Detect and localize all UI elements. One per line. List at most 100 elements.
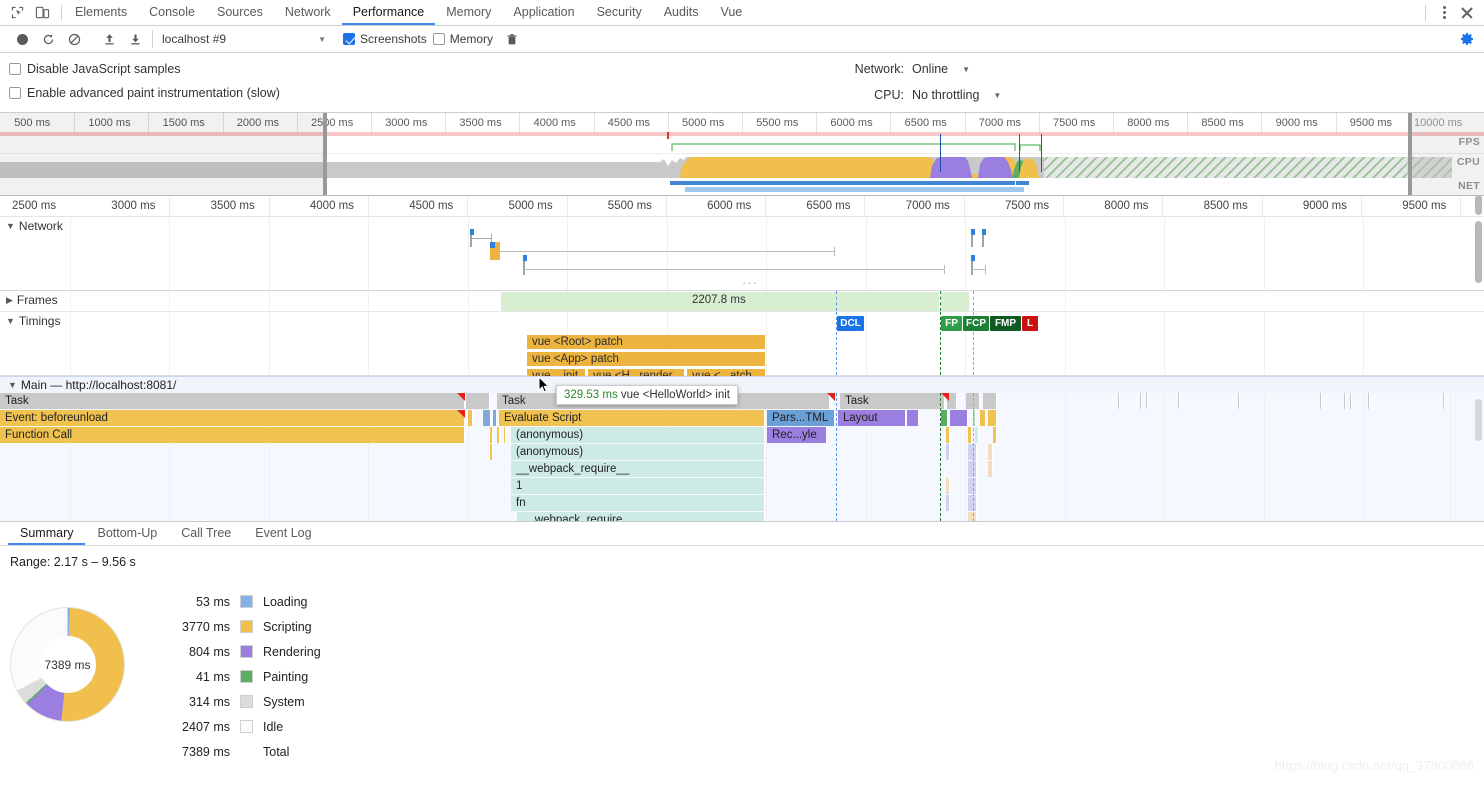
- overview-ruler[interactable]: 500 ms 1000 ms 1500 ms 2000 ms 2500 ms 3000 m…: [0, 113, 1484, 134]
- marker-fmp[interactable]: FMP: [990, 316, 1021, 331]
- flame-bar-task-tick[interactable]: [1146, 393, 1148, 409]
- tab-event-log[interactable]: Event Log: [243, 522, 323, 545]
- network-scrollbar[interactable]: [1475, 221, 1482, 283]
- tab-sources[interactable]: Sources: [206, 0, 274, 25]
- main-scrollbar[interactable]: [1475, 399, 1482, 441]
- marker-l[interactable]: L: [1022, 316, 1038, 331]
- legend-row-loading[interactable]: 53 ms Loading: [150, 589, 321, 614]
- flame-bar-fn[interactable]: fn: [511, 495, 765, 511]
- flame-bar-small[interactable]: [490, 444, 493, 460]
- marker-dcl[interactable]: DCL: [837, 316, 864, 331]
- network-value[interactable]: Online: [912, 62, 948, 76]
- close-icon[interactable]: [1456, 2, 1478, 24]
- timeline-overview[interactable]: 500 ms 1000 ms 1500 ms 2000 ms 2500 ms 3000 m…: [0, 113, 1484, 196]
- timings-section[interactable]: ▼ Timings DCL FP FCP FMP L vue <Root> pa…: [0, 312, 1484, 384]
- flame-bar-small[interactable]: [490, 427, 493, 443]
- flame-bar-task-tick[interactable]: [1140, 393, 1142, 409]
- capture-settings-icon[interactable]: [1459, 31, 1475, 47]
- legend-row-painting[interactable]: 41 ms Painting: [150, 664, 321, 689]
- flame-bar-small[interactable]: [946, 444, 950, 460]
- profile-selector[interactable]: localhost #9 ▼: [152, 30, 332, 48]
- flame-bar-small[interactable]: [493, 410, 497, 426]
- flame-bar-painting[interactable]: [941, 410, 948, 426]
- flame-chart-canvas[interactable]: Task Task Task Event: beforeunload Evalu…: [0, 393, 1484, 521]
- flame-bar-rendering[interactable]: [950, 410, 968, 426]
- main-section-header[interactable]: ▼ Main — http://localhost:8081/: [0, 377, 1484, 393]
- load-profile-button[interactable]: [96, 28, 122, 50]
- flame-bar-small[interactable]: [975, 427, 979, 443]
- tab-vue[interactable]: Vue: [709, 0, 753, 25]
- legend-row-idle[interactable]: 2407 ms Idle: [150, 714, 321, 739]
- tab-call-tree[interactable]: Call Tree: [169, 522, 243, 545]
- legend-row-scripting[interactable]: 3770 ms Scripting: [150, 614, 321, 639]
- record-button[interactable]: [9, 28, 35, 50]
- device-toolbar-icon[interactable]: [35, 5, 50, 20]
- reload-and-record-button[interactable]: [35, 28, 61, 50]
- overview-window-handle-left[interactable]: [323, 113, 327, 195]
- flame-bar-small[interactable]: [468, 410, 473, 426]
- flame-bar-recalculate-style[interactable]: Rec...yle: [767, 427, 827, 443]
- save-profile-button[interactable]: [122, 28, 148, 50]
- network-section[interactable]: ▼ Network ···: [0, 217, 1484, 291]
- more-options-icon[interactable]: [1434, 3, 1454, 23]
- flame-bar-scripting[interactable]: [980, 410, 986, 426]
- flame-bar-small[interactable]: [483, 410, 491, 426]
- network-section-header[interactable]: ▼ Network: [6, 219, 63, 233]
- marker-fp[interactable]: FP: [941, 316, 962, 331]
- chevron-down-icon[interactable]: ▼: [962, 65, 970, 74]
- flame-bar-task-tick[interactable]: [1443, 393, 1445, 409]
- flame-bar-function-call[interactable]: Function Call: [0, 427, 465, 443]
- flame-bar-parse-html[interactable]: Pars...TML: [767, 410, 835, 426]
- flame-bar-layout[interactable]: Layout: [838, 410, 906, 426]
- ruler-scrollbar[interactable]: [1475, 195, 1482, 215]
- flame-bar-webpack-require-2[interactable]: __webpack_require__: [517, 512, 765, 521]
- flame-bar-task[interactable]: Task: [0, 393, 465, 409]
- flame-bar-anonymous[interactable]: (anonymous): [511, 444, 765, 460]
- flame-bar-small[interactable]: [988, 461, 993, 477]
- flame-bar-task-tick[interactable]: [1368, 393, 1370, 409]
- memory-checkbox[interactable]: Memory: [432, 32, 493, 46]
- flame-bar-small[interactable]: [988, 444, 993, 460]
- tab-audits[interactable]: Audits: [653, 0, 710, 25]
- frames-section[interactable]: 2207.8 ms ▶ Frames: [0, 291, 1484, 312]
- flame-bar-small[interactable]: [968, 427, 972, 443]
- flame-bar-task[interactable]: Task: [840, 393, 945, 409]
- flame-bar-module-1[interactable]: 1: [511, 478, 765, 494]
- main-thread-section[interactable]: ▼ Main — http://localhost:8081/ Task Tas…: [0, 376, 1484, 521]
- flame-bar-task-tick[interactable]: [1344, 393, 1346, 409]
- flame-bar-small[interactable]: [946, 427, 950, 443]
- tab-console[interactable]: Console: [138, 0, 206, 25]
- chevron-down-icon[interactable]: ▼: [993, 91, 1001, 100]
- flame-bar-small[interactable]: [504, 427, 506, 443]
- tab-memory[interactable]: Memory: [435, 0, 502, 25]
- overview-window-handle-right[interactable]: [1408, 113, 1412, 195]
- flame-bar-event-beforeunload[interactable]: Event: beforeunload: [0, 410, 465, 426]
- tab-elements[interactable]: Elements: [64, 0, 138, 25]
- flame-bar-scripting[interactable]: [988, 410, 997, 426]
- delete-button[interactable]: [499, 28, 525, 50]
- screenshots-checkbox[interactable]: Screenshots: [343, 32, 427, 46]
- flame-bar-small[interactable]: [993, 427, 997, 443]
- flame-bar-rendering[interactable]: [907, 410, 919, 426]
- flame-bar-task-tick[interactable]: [1238, 393, 1240, 409]
- tab-application[interactable]: Application: [502, 0, 585, 25]
- flame-bar-task-gap[interactable]: [466, 393, 490, 409]
- timings-section-header[interactable]: ▼ Timings: [6, 314, 60, 328]
- tab-summary[interactable]: Summary: [8, 522, 86, 545]
- network-resize-handle[interactable]: ···: [742, 275, 758, 290]
- flame-bar-small[interactable]: [946, 478, 950, 494]
- timing-bar-app-patch[interactable]: vue <App> patch: [526, 351, 766, 367]
- flame-bar-anonymous[interactable]: (anonymous): [511, 427, 765, 443]
- clear-button[interactable]: [61, 28, 87, 50]
- flame-bar-webpack-require[interactable]: __webpack_require__: [511, 461, 765, 477]
- legend-row-rendering[interactable]: 804 ms Rendering: [150, 639, 321, 664]
- flame-bar-task-tick[interactable]: [1320, 393, 1322, 409]
- flame-bar-task-small[interactable]: [983, 393, 997, 409]
- frames-section-header[interactable]: ▶ Frames: [6, 293, 64, 307]
- cpu-value[interactable]: No throttling: [912, 88, 979, 102]
- tab-bottom-up[interactable]: Bottom-Up: [85, 522, 169, 545]
- frame-bar[interactable]: [941, 292, 969, 311]
- flame-bar-small[interactable]: [497, 427, 500, 443]
- tab-performance[interactable]: Performance: [341, 0, 436, 25]
- timing-bar-root-patch[interactable]: vue <Root> patch: [526, 334, 766, 350]
